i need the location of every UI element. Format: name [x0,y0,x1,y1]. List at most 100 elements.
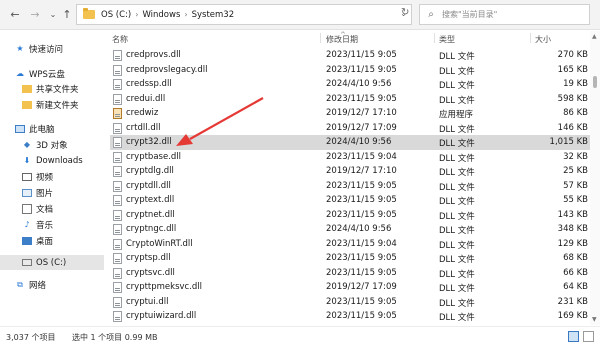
file-size: 68 KB [563,253,588,263]
large-icons-view-icon[interactable] [583,331,594,342]
file-type: DLL 文件 [439,269,475,280]
file-row[interactable]: crypt32.dll 2024/4/10 9:56 DLL 文件 1,015 KB [110,135,590,150]
file-size: 143 KB [557,209,588,220]
file-date: 2019/12/7 17:10 [326,108,397,118]
file-row[interactable]: credssp.dll 2024/4/10 9:56 DLL 文件 19 KB [110,77,590,92]
file-date: 2024/4/10 9:56 [326,224,392,234]
file-row[interactable]: cryptnet.dll 2023/11/15 9:05 DLL 文件 143 KB [110,208,590,223]
file-date: 2024/4/10 9:56 [326,137,392,147]
scroll-down-icon[interactable]: ▼ [592,316,597,323]
file-size: 231 KB [557,296,588,307]
column-divider[interactable] [434,33,435,43]
file-row[interactable]: credprovs.dll 2023/11/15 9:05 DLL 文件 270 KB [110,48,590,63]
column-header-name[interactable]: 名称 [112,34,128,48]
file-row[interactable]: cryptui.dll 2023/11/15 9:05 DLL 文件 231 KB [110,295,590,310]
dll-file-icon [113,64,122,76]
file-row[interactable]: credwiz 2019/12/7 17:10 应用程序 86 KB [110,106,590,121]
dll-file-icon [113,253,122,264]
file-date: 2023/11/15 9:05 [326,253,397,263]
sidebar-item-new-folder[interactable]: 新建文件夹 [0,97,104,112]
file-row[interactable]: credprovslegacy.dll 2023/11/15 9:05 DLL 文件… [110,63,590,78]
file-type: DLL 文件 [439,255,475,265]
column-header-date[interactable]: 修改日期 [326,34,358,48]
download-icon: ⬇ [23,155,31,165]
file-row[interactable]: cryptdll.dll 2023/11/15 9:05 DLL 文件 57 KB [110,179,590,194]
dll-file-icon [113,79,122,90]
video-icon [22,172,32,181]
details-view-icon[interactable] [568,331,579,342]
cube-icon: ◆ [23,139,31,149]
desktop-icon [22,236,32,245]
sidebar-item-quick-access[interactable]: ★ 快速访问 [0,41,104,56]
scroll-up-icon[interactable]: ▲ [592,33,597,40]
column-header-type[interactable]: 类型 [439,34,455,48]
file-name: crypttpmeksvc.dll [126,282,203,292]
search-box[interactable]: ⌕ 搜索"当前目录" [419,4,590,25]
file-name: cryptngc.dll [126,224,177,234]
sidebar-item-shared-folder[interactable]: 共享文件夹 [0,81,104,96]
refresh-icon[interactable]: ↻ [401,7,409,18]
file-name: CryptoWinRT.dll [126,238,193,249]
vertical-scrollbar[interactable]: ▲ ▼ [590,31,600,325]
file-row[interactable]: crypttpmeksvc.dll 2019/12/7 17:09 DLL 文件 64… [110,280,590,295]
breadcrumb-system32[interactable]: System32 [192,10,235,20]
sidebar-item-this-pc[interactable]: 此电脑 [0,121,104,136]
file-row[interactable]: CryptoWinRT.dll 2023/11/15 9:04 DLL 文件 129 … [110,237,590,252]
back-arrow-icon[interactable]: ← [8,8,22,22]
file-type: DLL 文件 [439,66,475,77]
address-bar[interactable]: OS (C:) › Windows › System32 ⌄ [76,4,412,25]
sidebar-item-label: WPS云盘 [29,69,65,80]
file-name: credprovs.dll [126,50,181,60]
dll-file-icon [113,209,122,221]
breadcrumb-drive[interactable]: OS (C:) [101,10,131,20]
breadcrumb-windows[interactable]: Windows [142,10,180,20]
file-name: cryptext.dll [126,195,175,205]
file-row[interactable]: cryptdlg.dll 2019/12/7 17:10 DLL 文件 25 KB [110,164,590,179]
file-date: 2023/11/15 9:05 [326,311,397,321]
file-type: DLL 文件 [439,168,475,178]
sidebar-item-network[interactable]: ⧉ 网络 [0,277,104,292]
breadcrumb-separator-icon[interactable]: › [135,10,138,19]
forward-arrow-icon[interactable]: → [28,8,42,22]
file-type: DLL 文件 [439,139,475,149]
dll-file-icon [113,50,122,61]
drive-icon [22,259,32,266]
star-icon: ★ [16,43,24,53]
file-row[interactable]: credui.dll 2023/11/15 9:05 DLL 文件 598 KB [110,92,590,107]
dll-file-icon [113,224,122,235]
file-size: 64 KB [563,282,588,292]
file-date: 2019/12/7 17:09 [326,282,397,292]
file-row[interactable]: cryptbase.dll 2023/11/15 9:04 DLL 文件 32 KB [110,150,590,165]
chevron-down-icon[interactable]: ⌄ [46,8,60,22]
column-divider[interactable] [320,33,321,43]
column-divider[interactable] [530,33,531,43]
sidebar-item-pictures[interactable]: 图片 [0,185,104,200]
sidebar-item-downloads[interactable]: ⬇ Downloads [0,153,104,168]
file-row[interactable]: cryptsvc.dll 2023/11/15 9:05 DLL 文件 66 KB [110,266,590,281]
file-row[interactable]: cryptext.dll 2023/11/15 9:05 DLL 文件 55 KB [110,193,590,208]
file-row[interactable]: cryptsp.dll 2023/11/15 9:05 DLL 文件 68 KB [110,251,590,266]
breadcrumb-separator-icon[interactable]: › [184,10,187,19]
sidebar-item-documents[interactable]: 文档 [0,201,104,216]
dll-file-icon [113,151,122,163]
file-row[interactable]: crtdll.dll 2019/12/7 17:09 DLL 文件 146 KB [110,121,590,136]
file-name: crtdll.dll [126,122,161,133]
dll-file-icon [113,122,122,134]
file-row[interactable]: cryptuiwizard.dll 2023/11/15 9:05 DLL 文件 16… [110,309,590,324]
file-size: 348 KB [557,224,588,234]
sidebar-item-music[interactable]: ♪ 音乐 [0,217,104,232]
dll-file-icon [113,166,122,177]
sidebar-item-videos[interactable]: 视频 [0,169,104,184]
document-icon [22,203,32,214]
up-arrow-icon[interactable]: ↑ [60,8,74,22]
file-size: 86 KB [563,108,588,118]
sidebar-item-wps-cloud[interactable]: ☁ WPS云盘 [0,66,104,81]
scrollbar-thumb[interactable] [593,76,597,88]
sidebar-item-os-c[interactable]: OS (C:) [0,255,104,270]
sidebar-item-desktop[interactable]: 桌面 [0,233,104,248]
file-row[interactable]: cryptngc.dll 2024/4/10 9:56 DLL 文件 348 KB [110,222,590,237]
file-date: 2023/11/15 9:05 [326,50,397,60]
column-header-size[interactable]: 大小 [535,34,551,48]
sidebar-item-3d-objects[interactable]: ◆ 3D 对象 [0,137,104,152]
file-size: 129 KB [557,238,588,249]
